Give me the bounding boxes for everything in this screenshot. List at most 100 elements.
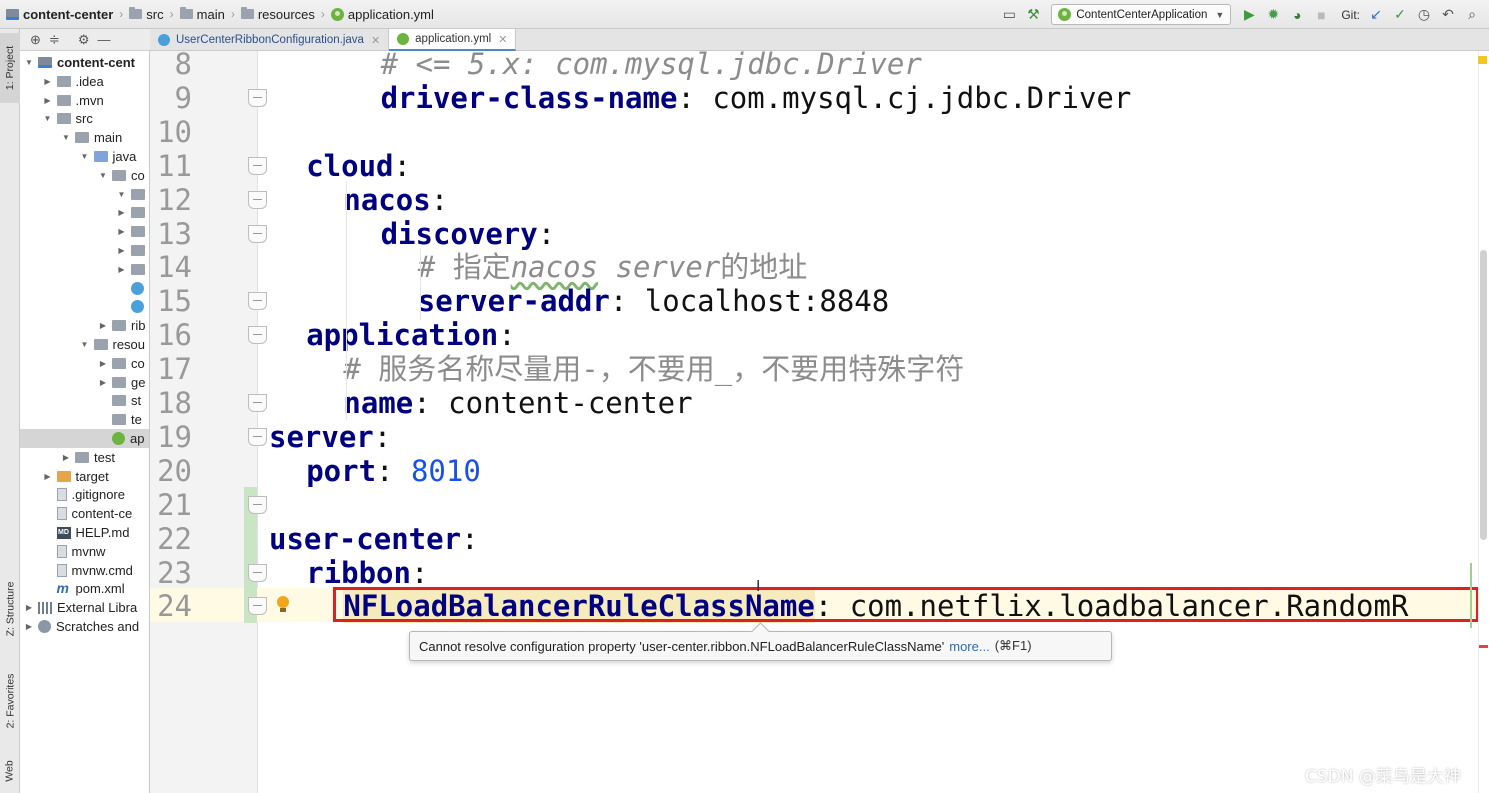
expand-arrow-icon[interactable]: ▼ <box>24 58 34 67</box>
tree-item[interactable] <box>20 279 149 298</box>
close-icon[interactable]: ✕ <box>371 34 380 47</box>
code-editor[interactable] <box>258 51 1489 793</box>
tree-item[interactable]: st <box>20 391 149 410</box>
collapse-arrow-icon[interactable]: ▶ <box>24 622 34 631</box>
layout-icon[interactable]: ▭ <box>998 4 1020 26</box>
collapse-arrow-icon[interactable]: ▶ <box>43 96 53 105</box>
tree-item[interactable]: MD HELP.md <box>20 523 149 542</box>
tree-item[interactable]: te <box>20 410 149 429</box>
tree-item[interactable]: ▼ <box>20 185 149 204</box>
tree-item[interactable]: ap <box>20 429 149 448</box>
run-icon[interactable]: ▶ <box>1238 4 1260 26</box>
fold-marker-icon[interactable] <box>248 190 267 209</box>
debug-icon[interactable]: ✹ <box>1262 4 1284 26</box>
expand-arrow-icon[interactable]: ▼ <box>80 152 90 161</box>
gear-icon[interactable]: ⚙ <box>78 32 90 48</box>
collapse-arrow-icon[interactable]: ▶ <box>117 227 127 236</box>
code-line[interactable]: NFLoadBalancerRuleClassName: com.netflix… <box>343 589 1408 624</box>
collapse-arrow-icon[interactable]: ▶ <box>117 265 127 274</box>
expand-arrow-icon[interactable]: ▼ <box>43 114 53 123</box>
structure-tool-tab[interactable]: Z: Structure <box>0 569 20 649</box>
code-line[interactable]: cloud: <box>306 149 411 183</box>
revert-icon[interactable]: ↶ <box>1437 4 1459 26</box>
git-update-icon[interactable]: ↙ <box>1365 4 1387 26</box>
fold-marker-icon[interactable] <box>248 394 267 412</box>
hide-icon[interactable]: — <box>97 32 110 47</box>
error-stripe-marker[interactable] <box>1479 645 1488 648</box>
expand-arrow-icon[interactable]: ▼ <box>61 133 71 142</box>
run-configuration-select[interactable]: ContentCenterApplication ▼ <box>1051 4 1232 25</box>
tree-item[interactable]: ▶ ge <box>20 373 149 392</box>
tree-item[interactable]: ▶ .mvn <box>20 91 149 110</box>
fold-marker-icon[interactable] <box>248 597 267 616</box>
fold-marker-icon[interactable] <box>248 224 267 243</box>
tree-item[interactable]: ▼ java <box>20 147 149 166</box>
git-commit-icon[interactable]: ✓ <box>1389 4 1411 26</box>
code-line[interactable]: server: <box>269 420 391 454</box>
web-tool-tab[interactable]: Web <box>0 751 20 791</box>
warning-stripe-marker[interactable] <box>1478 56 1487 64</box>
code-line[interactable]: driver-class-name: com.mysql.cj.jdbc.Dri… <box>381 81 1132 115</box>
tree-item[interactable]: ▶ External Libra <box>20 598 149 617</box>
fold-marker-icon[interactable] <box>248 326 267 345</box>
locate-icon[interactable]: ⊕ <box>30 32 41 48</box>
tree-item[interactable]: ▶ Scratches and <box>20 617 149 636</box>
build-hammer-icon[interactable]: ⚒ <box>1022 4 1044 26</box>
collapse-arrow-icon[interactable]: ▶ <box>43 472 53 481</box>
tree-item[interactable]: ▶ .idea <box>20 72 149 91</box>
code-line[interactable]: application: <box>306 318 516 352</box>
tree-item[interactable]: mvnw.cmd <box>20 561 149 580</box>
fold-marker-icon[interactable] <box>248 88 267 107</box>
code-line[interactable]: # 服务名称尽量用-，不要用_，不要用特殊字符 <box>343 352 964 386</box>
project-tool-tab[interactable]: 1: Project <box>0 33 20 103</box>
tree-item[interactable]: mvnw <box>20 542 149 561</box>
favorites-tool-tab[interactable]: 2: Favorites <box>0 659 20 743</box>
tree-item[interactable]: ▶ <box>20 241 149 260</box>
collapse-all-icon[interactable]: ≑ <box>49 32 60 48</box>
expand-arrow-icon[interactable]: ▼ <box>117 190 127 199</box>
scrollbar-thumb[interactable] <box>1480 250 1487 540</box>
tree-item[interactable]: ▶ target <box>20 467 149 486</box>
collapse-arrow-icon[interactable]: ▶ <box>98 321 108 330</box>
code-line[interactable]: discovery: <box>381 217 556 251</box>
tooltip-more-link[interactable]: more... <box>949 639 989 654</box>
tree-item[interactable]: ▶ <box>20 203 149 222</box>
close-icon[interactable]: ✕ <box>498 33 507 46</box>
code-line[interactable]: # <= 5.x: com.mysql.jdbc.Driver <box>381 47 922 81</box>
collapse-arrow-icon[interactable]: ▶ <box>117 246 127 255</box>
collapse-arrow-icon[interactable]: ▶ <box>98 378 108 387</box>
code-line[interactable]: nacos: <box>343 183 448 217</box>
fold-marker-icon[interactable] <box>248 563 267 582</box>
tree-item[interactable]: content-ce <box>20 504 149 523</box>
coverage-icon[interactable]: ◕ <box>1286 4 1308 26</box>
breadcrumb-item[interactable]: main <box>179 7 225 22</box>
breadcrumb-item[interactable]: src <box>129 7 164 22</box>
fold-marker-icon[interactable] <box>248 156 267 175</box>
tree-item[interactable]: ▼ main <box>20 128 149 147</box>
collapse-arrow-icon[interactable]: ▶ <box>117 208 127 217</box>
tree-item[interactable]: ▶ test <box>20 448 149 467</box>
code-line[interactable]: port: 8010 <box>306 454 481 488</box>
code-line[interactable]: server-addr: localhost:8848 <box>418 284 889 318</box>
history-icon[interactable]: ◷ <box>1413 4 1435 26</box>
tree-item[interactable]: .gitignore <box>20 485 149 504</box>
tree-item[interactable]: ▼ resou <box>20 335 149 354</box>
expand-arrow-icon[interactable]: ▼ <box>80 340 90 349</box>
expand-arrow-icon[interactable]: ▼ <box>98 171 108 180</box>
fold-marker-icon[interactable] <box>248 427 267 446</box>
tree-item[interactable] <box>20 297 149 316</box>
code-line[interactable]: ribbon: <box>306 556 428 590</box>
code-line[interactable]: user-center: <box>269 522 479 556</box>
collapse-arrow-icon[interactable]: ▶ <box>98 359 108 368</box>
code-line[interactable]: name: content-center <box>343 386 692 420</box>
tree-item[interactable]: ▶ co <box>20 354 149 373</box>
tree-item[interactable]: ▶ rib <box>20 316 149 335</box>
tree-item[interactable]: ▼ co <box>20 166 149 185</box>
tree-item[interactable]: ▼ src <box>20 109 149 128</box>
code-line[interactable]: # 指定nacos server的地址 <box>418 250 807 284</box>
search-icon[interactable]: ⌕ <box>1461 4 1483 26</box>
breadcrumb-item[interactable]: content-center <box>6 7 113 22</box>
breadcrumb-item[interactable]: resources <box>240 7 315 22</box>
fold-marker-icon[interactable] <box>248 495 267 514</box>
tree-item[interactable]: ▼ content-cent <box>20 53 149 72</box>
